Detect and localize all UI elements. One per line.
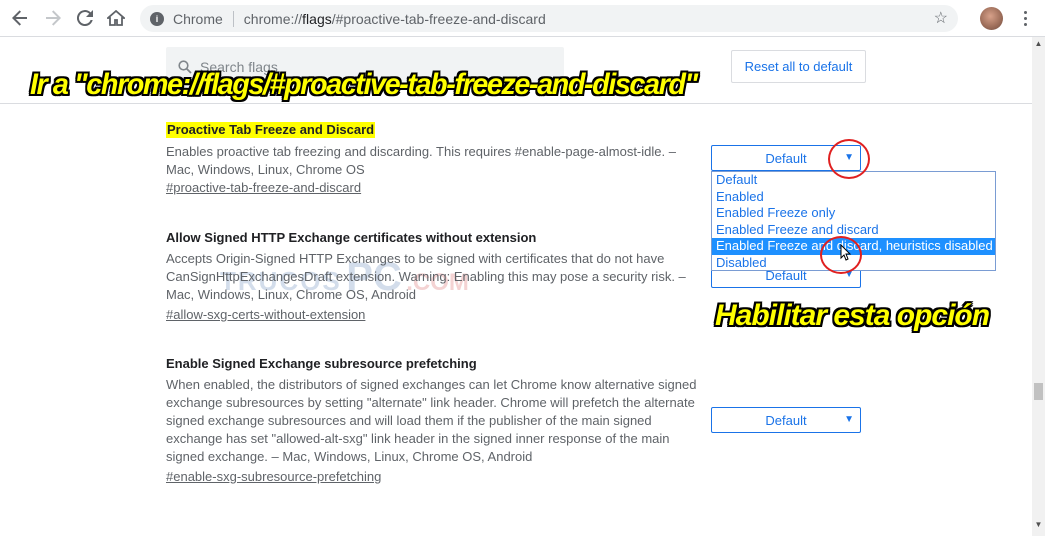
forward-icon[interactable] <box>41 6 65 30</box>
dropdown-option-freeze-only[interactable]: Enabled Freeze only <box>712 205 995 222</box>
flag-title: Proactive Tab Freeze and Discard <box>166 122 376 138</box>
flag-entry-sxg-certs: Allow Signed HTTP Exchange certificates … <box>166 230 706 324</box>
flag-title: Allow Signed HTTP Exchange certificates … <box>166 230 537 245</box>
back-icon[interactable] <box>8 6 32 30</box>
flag-entry-proactive-tab: Proactive Tab Freeze and Discard Enables… <box>166 121 706 197</box>
flag-anchor-link[interactable]: #enable-sxg-subresource-prefetching <box>166 468 381 486</box>
url-host: flags <box>302 10 332 27</box>
url-scheme: chrome:// <box>243 10 303 27</box>
mouse-pointer-icon <box>840 244 852 261</box>
annotation-ring-caret <box>828 139 870 179</box>
address-bar[interactable]: i Chrome chrome://flags/#proactive-tab-f… <box>140 5 958 32</box>
chrome-chip: Chrome <box>173 10 223 27</box>
url-path: /#proactive-tab-freeze-and-discard <box>331 10 546 27</box>
flag-description: Accepts Origin-Signed HTTP Exchanges to … <box>166 250 706 304</box>
scroll-up-icon[interactable]: ▲ <box>1032 39 1045 51</box>
flag-description-line: Mac, Windows, Linux, Chrome OS <box>166 162 365 177</box>
flag-select-sxg-prefetch[interactable]: Default ▼ <box>711 407 861 433</box>
flag-description: Enables proactive tab freezing and disca… <box>166 143 706 179</box>
flag-description-line: exchange has set "allowed-alt-sxg" link … <box>166 431 670 446</box>
flag-anchor-link[interactable]: #proactive-tab-freeze-and-discard <box>166 179 361 197</box>
reload-icon[interactable] <box>73 6 97 30</box>
flag-description-line: signed exchange subresources and will lo… <box>166 413 652 428</box>
avatar[interactable] <box>980 7 1003 30</box>
annotation-instruction-top: Ir a "chrome://flags/#proactive-tab-free… <box>30 68 698 101</box>
dropdown-option-freeze-discard[interactable]: Enabled Freeze and discard <box>712 222 995 239</box>
flag-anchor-link[interactable]: #allow-sxg-certs-without-extension <box>166 306 365 324</box>
chrome-info-icon[interactable]: i <box>150 11 164 26</box>
flag-description: When enabled, the distributors of signed… <box>166 376 706 466</box>
scrollbar[interactable]: ▲ ▼ <box>1032 37 1045 536</box>
scroll-thumb[interactable] <box>1034 383 1043 400</box>
bookmark-star-icon[interactable]: ☆ <box>934 8 948 28</box>
reset-all-button[interactable]: Reset all to default <box>731 50 866 83</box>
annotation-instruction-side: Habilitar esta opción <box>715 299 990 332</box>
dropdown-option-enabled[interactable]: Enabled <box>712 189 995 206</box>
more-menu-icon[interactable] <box>1017 7 1033 29</box>
flag-description-line: exchange subresources by setting "altern… <box>166 395 695 410</box>
url-text[interactable]: chrome://flags/#proactive-tab-freeze-and… <box>244 11 546 27</box>
home-icon[interactable] <box>104 6 128 30</box>
flag-description-line: Enables proactive tab freezing and disca… <box>166 144 676 159</box>
flag-description-line: When enabled, the distributors of signed… <box>166 377 697 392</box>
browser-toolbar: i Chrome chrome://flags/#proactive-tab-f… <box>0 0 1045 37</box>
flag-description-line: CanSignHttpExchangesDraft extension. War… <box>166 269 686 284</box>
select-value: Default <box>765 412 807 428</box>
select-value: Default <box>765 150 807 166</box>
flag-title: Enable Signed Exchange subresource prefe… <box>166 356 477 371</box>
flag-entry-sxg-prefetch: Enable Signed Exchange subresource prefe… <box>166 356 706 486</box>
flag-description-line: signed exchange. – Mac, Windows, Linux, … <box>166 449 533 464</box>
scroll-down-icon[interactable]: ▼ <box>1032 520 1045 532</box>
flag-description-line: Accepts Origin-Signed HTTP Exchanges to … <box>166 251 665 266</box>
flag-description-line: Mac, Windows, Linux, Chrome OS, Android <box>166 287 416 302</box>
chevron-down-icon: ▼ <box>844 414 854 425</box>
omnibox-separator <box>232 10 234 27</box>
